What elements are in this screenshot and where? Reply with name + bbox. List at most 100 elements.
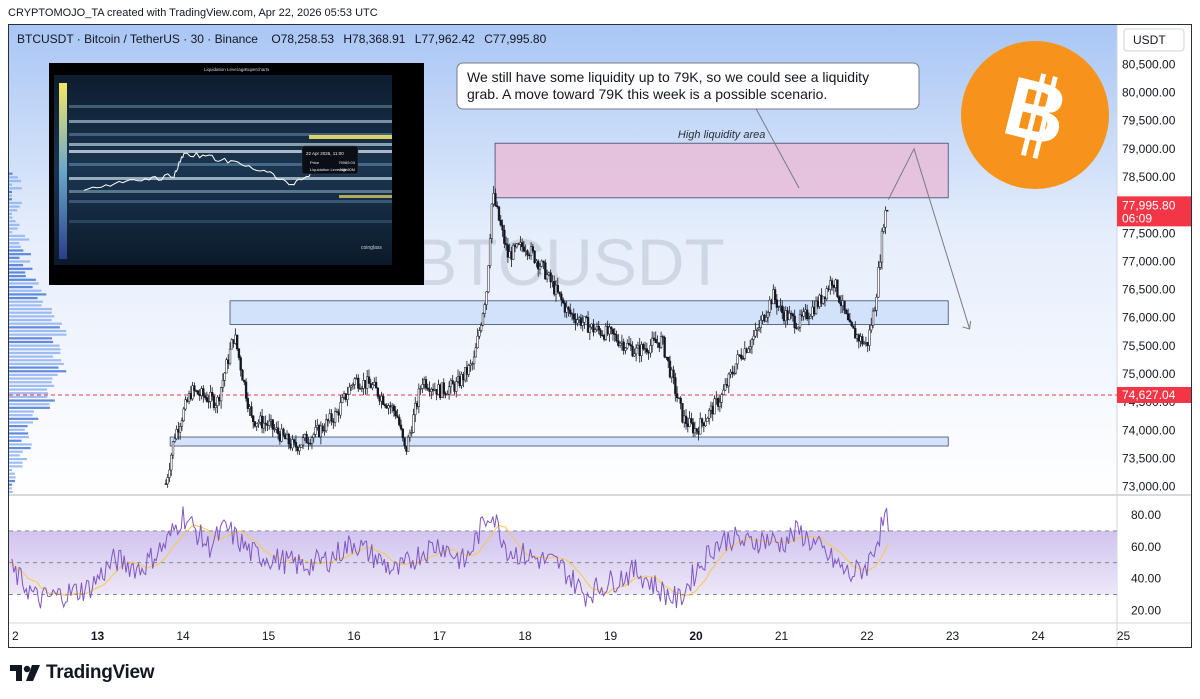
tradingview-brand: TradingView (46, 662, 155, 683)
candle-body (175, 429, 178, 440)
candle-body (606, 326, 609, 335)
volume-profile-bar (9, 256, 20, 259)
candle-body (371, 384, 374, 389)
candle-body (187, 393, 191, 402)
candle-body (305, 434, 308, 444)
volume-profile-bar (9, 238, 30, 241)
candle-body (321, 425, 324, 431)
chart-panel[interactable]: BTCUSDT High liquidity area We still hav… (8, 24, 1192, 648)
price-axis[interactable]: 73,000.0073,500.0074,000.0074,500.0075,0… (1122, 57, 1176, 493)
candle-body (640, 344, 643, 356)
volume-profile-bar (9, 432, 29, 435)
candle-body (521, 242, 524, 248)
candle-body (230, 339, 233, 350)
candle-body (695, 428, 698, 432)
volume-profile-bar (9, 406, 50, 409)
candle-body (848, 319, 852, 323)
candle-body (731, 371, 734, 375)
candle-body (426, 387, 429, 390)
candle-body (332, 420, 335, 423)
candle-body (480, 324, 483, 331)
candle-body (171, 441, 175, 456)
candle-body (830, 280, 834, 286)
candle-body (873, 309, 876, 312)
time-axis-tick: 15 (262, 629, 276, 643)
volume-profile-bar (9, 249, 24, 252)
volume-profile-bar (9, 296, 38, 300)
candle-body (838, 296, 841, 303)
candle-body (845, 310, 848, 315)
candle-body (659, 336, 663, 348)
candle-body (218, 396, 221, 402)
candle-body (246, 398, 249, 409)
candle-body (524, 250, 527, 252)
candle-body (816, 300, 819, 307)
chart-svg[interactable]: BTCUSDT High liquidity area We still hav… (9, 25, 1191, 647)
candle-body (296, 446, 299, 452)
candle-body (431, 388, 435, 391)
time-axis[interactable]: 2 13 14 15 16 17 18 19 20 21 22 23 24 25 (12, 629, 1130, 643)
candle-body (825, 288, 828, 300)
candle-body (344, 393, 347, 400)
inset-heat-band (69, 220, 392, 223)
candle-body (706, 418, 709, 422)
candle-body (481, 313, 485, 326)
candle-body (205, 397, 209, 402)
candle-body (886, 210, 889, 212)
candle-body (333, 411, 337, 423)
candle-body (692, 422, 695, 434)
ohlc-open: O78,258.53 (271, 32, 334, 46)
candle-body (535, 260, 538, 263)
candle-body (250, 406, 253, 417)
candle-body (718, 402, 722, 407)
rsi-axis[interactable]: 20.00 40.00 60.00 80.00 (1131, 508, 1161, 617)
volume-profile-bar (9, 231, 13, 234)
high-liquidity-zone[interactable] (494, 142, 949, 199)
line-price-value: 74,627.04 (1122, 388, 1176, 402)
ohlc-low: L77,962.42 (415, 32, 475, 46)
symbol-legend[interactable]: BTCUSDT · Bitcoin / TetherUS · 30 · Bina… (17, 32, 547, 46)
candle-body (435, 389, 438, 395)
candle-body (855, 334, 859, 339)
candle-body (588, 326, 591, 333)
candle-body (775, 299, 779, 308)
candle-body (385, 405, 388, 409)
candle-body (471, 363, 474, 365)
time-axis-tick: 24 (1031, 629, 1045, 643)
candle-body (638, 344, 641, 356)
tradingview-footer[interactable]: TradingView (10, 662, 155, 684)
candle-body (252, 415, 255, 422)
candle-body (496, 205, 499, 208)
candle-body (729, 371, 732, 375)
volume-profile-bar (9, 311, 52, 314)
candle-body (195, 390, 198, 392)
candle-body (273, 428, 276, 431)
candle-body (741, 358, 745, 360)
volume-profile-bar (9, 322, 62, 325)
candle-body (227, 359, 230, 364)
candle-body (303, 434, 306, 439)
candle-body (211, 392, 214, 397)
currency-button[interactable]: USDT (1123, 28, 1185, 52)
candle-body (684, 415, 688, 424)
candle-body (581, 322, 584, 326)
volume-profile-bar (9, 384, 55, 387)
candle-body (563, 302, 567, 313)
candle-body (643, 348, 647, 350)
candle-body (658, 342, 661, 348)
price-axis-tick: 77,000.00 (1122, 254, 1176, 268)
volume-profile-bar (9, 344, 60, 347)
volume-profile-bar (9, 428, 25, 431)
candle-body (846, 313, 850, 320)
inset-heat-band-hot (339, 195, 392, 198)
candle-body (373, 381, 376, 386)
inset-legend-supercharts: Supercharts (245, 67, 270, 72)
candle-body (793, 315, 796, 329)
volume-profile-bar (9, 443, 32, 446)
candle-body (822, 296, 825, 304)
volume-profile-bar (9, 304, 42, 307)
candle-body (351, 384, 355, 387)
candle-body (390, 405, 394, 408)
candle-body (740, 354, 743, 359)
candle-body (269, 419, 273, 422)
